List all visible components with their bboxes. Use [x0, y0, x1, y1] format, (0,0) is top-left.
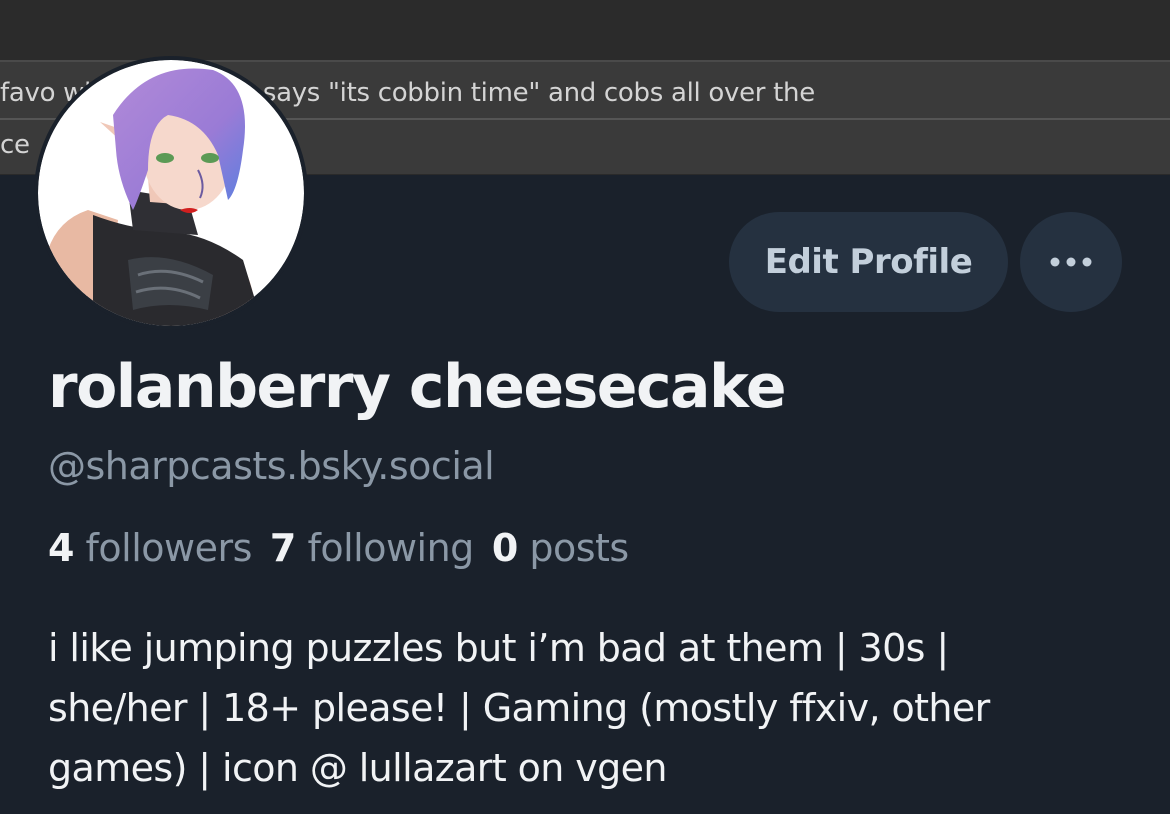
banner-top-area [0, 0, 1170, 60]
bio-line: she/her | 18+ please! | Gaming (mostly f… [48, 686, 990, 730]
posts-stat: 0 posts [492, 526, 629, 570]
following-link[interactable]: 7 following [270, 526, 474, 570]
profile-handle: @sharpcasts.bsky.social [48, 444, 495, 488]
followers-label: followers [85, 526, 253, 570]
avatar[interactable] [34, 56, 308, 330]
banner-text-line-2: ce [0, 130, 30, 160]
posts-label: posts [529, 526, 629, 570]
followers-count: 4 [48, 526, 74, 570]
more-options-button[interactable] [1020, 212, 1122, 312]
following-count: 7 [269, 526, 296, 570]
display-name: rolanberry cheesecake [48, 352, 787, 422]
avatar-illustration-icon [38, 60, 304, 326]
following-label: following [307, 526, 474, 570]
bio-line: games) | icon @ lullazart on vgen [48, 746, 667, 790]
more-horizontal-icon [1050, 257, 1092, 267]
followers-link[interactable]: 4 followers [48, 526, 252, 570]
bio-line: i like jumping puzzles but i’m bad at th… [48, 626, 949, 670]
edit-profile-button[interactable]: Edit Profile [729, 212, 1008, 312]
profile-bio: i like jumping puzzles but i’m bad at th… [48, 618, 1148, 798]
posts-count: 0 [491, 526, 518, 570]
profile-stats: 4 followers 7 following 0 posts [48, 526, 647, 570]
